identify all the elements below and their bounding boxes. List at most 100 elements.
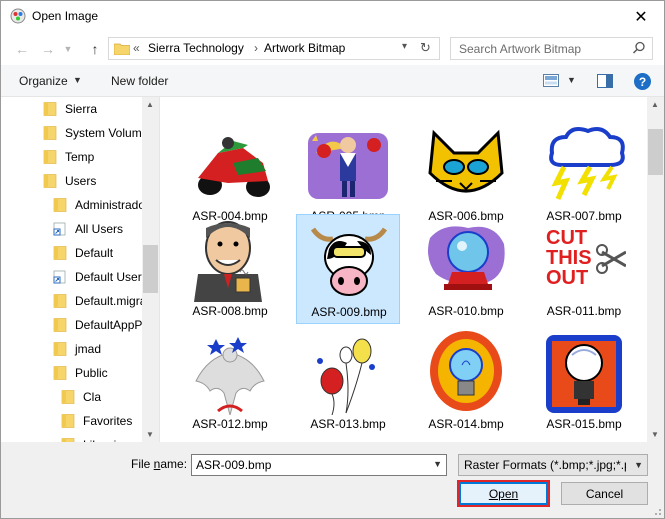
tree-item-label: Default User — [75, 270, 142, 284]
file-name: ASR-010.bmp — [428, 304, 504, 318]
organize-button[interactable]: Organize — [19, 74, 68, 88]
folder-icon — [61, 438, 75, 442]
search-input[interactable] — [451, 38, 626, 59]
tree-item[interactable]: jmad — [53, 338, 101, 360]
file-item[interactable]: CUT THIS OUT ASR-011.bmp — [532, 214, 636, 324]
window-title: Open Image — [32, 9, 99, 23]
svg-text:THIS: THIS — [546, 247, 592, 269]
file-item[interactable]: ASR-012.bmp — [178, 327, 282, 437]
file-item[interactable]: ASR-008.bmp — [178, 214, 282, 324]
tree-item-label: jmad — [75, 342, 102, 356]
file-name-combobox[interactable]: ▼ — [191, 454, 447, 476]
file-item[interactable]: ASR-009.bmp — [296, 214, 400, 324]
file-type-select[interactable]: Raster Formats (*.bmp;*.jpg;*.p ▼ — [458, 454, 648, 476]
scroll-up-icon[interactable]: ▲ — [651, 100, 659, 109]
tree-item-label: Sierra — [65, 102, 98, 116]
file-name: ASR-012.bmp — [192, 417, 268, 431]
file-name-input[interactable] — [192, 455, 428, 475]
up-button[interactable]: ↑ — [85, 39, 105, 59]
chevron-down-icon[interactable]: ▼ — [73, 75, 82, 85]
tree-item[interactable]: Sierra — [43, 98, 97, 120]
folder-icon — [43, 102, 57, 116]
svg-text:OUT: OUT — [546, 267, 588, 289]
folder-icon — [43, 126, 57, 140]
file-item[interactable]: ASR-006.bmp — [414, 119, 518, 229]
file-list-scrollbar-thumb[interactable] — [648, 129, 663, 175]
tree-item[interactable]: Default User — [53, 266, 142, 288]
file-name-label-text-end: ame: — [160, 457, 188, 471]
help-button[interactable]: ? — [634, 73, 651, 90]
file-thumbnail — [194, 221, 262, 302]
recent-locations-button[interactable]: ▼ — [61, 39, 75, 59]
breadcrumb-artwork-bitmap[interactable]: Artwork Bitmap — [264, 41, 345, 55]
tree-item-label: Administrado — [75, 198, 146, 212]
tree-item[interactable]: Cla — [61, 386, 101, 408]
open-image-dialog: Open Image ✕ ← → ▼ ↑ « Sierra Technology… — [0, 0, 665, 519]
folder-icon — [53, 366, 67, 380]
new-folder-button[interactable]: New folder — [111, 74, 168, 88]
open-button[interactable]: Open — [457, 480, 550, 507]
refresh-button[interactable]: ↻ — [420, 40, 431, 56]
help-icon: ? — [638, 74, 647, 89]
breadcrumb-sierra-technology[interactable]: Sierra Technology — [148, 41, 244, 55]
forward-button[interactable]: → — [38, 39, 58, 59]
chevron-down-icon: ▼ — [634, 460, 643, 470]
file-item[interactable]: ASR-014.bmp — [414, 327, 518, 437]
file-item[interactable]: ASR-007.bmp — [532, 119, 636, 229]
tree-scrollbar[interactable]: ▲ ▼ — [142, 97, 159, 442]
search-icon — [632, 41, 645, 54]
cancel-button[interactable]: Cancel — [561, 482, 648, 505]
tree-item[interactable]: Users — [43, 170, 96, 192]
back-button[interactable]: ← — [12, 39, 32, 59]
file-thumbnail — [317, 338, 375, 415]
search-box[interactable] — [450, 37, 653, 60]
file-thumbnail — [428, 129, 504, 193]
tree-item[interactable]: Libraries — [61, 434, 129, 442]
file-thumbnail — [310, 227, 388, 296]
file-name: ASR-015.bmp — [546, 417, 622, 431]
tree-item[interactable]: DefaultAppPo — [53, 314, 149, 336]
tree-item[interactable]: Temp — [43, 146, 94, 168]
file-name: ASR-008.bmp — [192, 304, 268, 318]
chevron-down-icon[interactable]: ▼ — [567, 75, 576, 85]
resize-grip-icon[interactable] — [652, 506, 662, 516]
tree-item[interactable]: Administrado — [53, 194, 145, 216]
tree-item-label: Public — [75, 366, 108, 380]
tree-item-label: Users — [65, 174, 97, 188]
close-button[interactable]: ✕ — [618, 1, 664, 32]
file-item[interactable]: ASR-004.bmp — [178, 119, 282, 229]
tree-scrollbar-thumb[interactable] — [143, 245, 158, 293]
arrow-left-icon: ← — [15, 41, 29, 57]
chevron-down-icon[interactable]: ▼ — [433, 459, 442, 469]
address-overflow[interactable]: « — [133, 41, 140, 55]
scroll-down-icon[interactable]: ▼ — [651, 430, 659, 439]
change-view-icon[interactable] — [543, 74, 559, 87]
address-dropdown[interactable]: ▾ — [402, 41, 407, 52]
folder-icon — [43, 174, 57, 188]
scroll-down-icon[interactable]: ▼ — [146, 430, 154, 439]
address-bar[interactable]: « Sierra Technology › Artwork Bitmap ▾ ↻ — [108, 37, 440, 60]
file-list-scrollbar[interactable]: ▲ ▼ — [647, 97, 664, 442]
title-bar: Open Image ✕ — [1, 1, 664, 32]
file-item[interactable]: ASR-010.bmp — [414, 214, 518, 324]
tree-item[interactable]: System Volume — [43, 122, 148, 144]
file-list[interactable]: ASR-004.bmpASR-005.bmpASR-006.bmpASR-007… — [159, 97, 664, 442]
tree-item[interactable]: Favorites — [61, 410, 132, 432]
chevron-down-icon: ▾ — [402, 41, 408, 52]
tree-item[interactable]: Default.migra — [53, 290, 146, 312]
file-thumbnail — [546, 335, 622, 413]
tree-item-label: System Volume — [65, 126, 149, 140]
tree-item[interactable]: All Users — [53, 218, 123, 240]
tree-item[interactable]: Default — [53, 242, 113, 264]
scroll-up-icon[interactable]: ▲ — [146, 100, 154, 109]
preview-pane-icon[interactable] — [597, 74, 613, 88]
file-item[interactable]: ASR-015.bmp — [532, 327, 636, 437]
close-icon: ✕ — [634, 8, 648, 26]
file-thumbnail — [430, 331, 502, 411]
tree-item[interactable]: Public — [53, 362, 108, 384]
command-bar: Organize ▼ New folder ▼ ? — [1, 65, 664, 97]
navigation-tree[interactable]: Sierra System Volume Temp Users Administrado… — [1, 97, 159, 442]
file-item[interactable]: ASR-013.bmp — [296, 327, 400, 437]
file-item[interactable]: ASR-005.bmp — [296, 119, 400, 229]
breadcrumb-separator[interactable]: › — [254, 41, 258, 55]
